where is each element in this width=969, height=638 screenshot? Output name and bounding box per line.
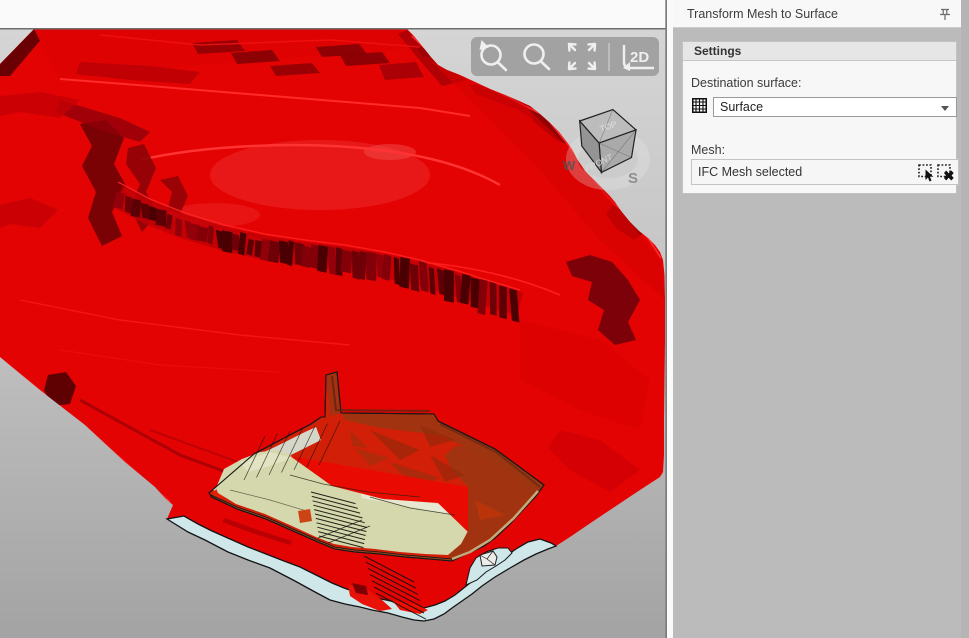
svg-text:2D: 2D: [630, 49, 649, 66]
svg-text:W: W: [563, 158, 576, 173]
svg-text:S: S: [628, 170, 638, 187]
